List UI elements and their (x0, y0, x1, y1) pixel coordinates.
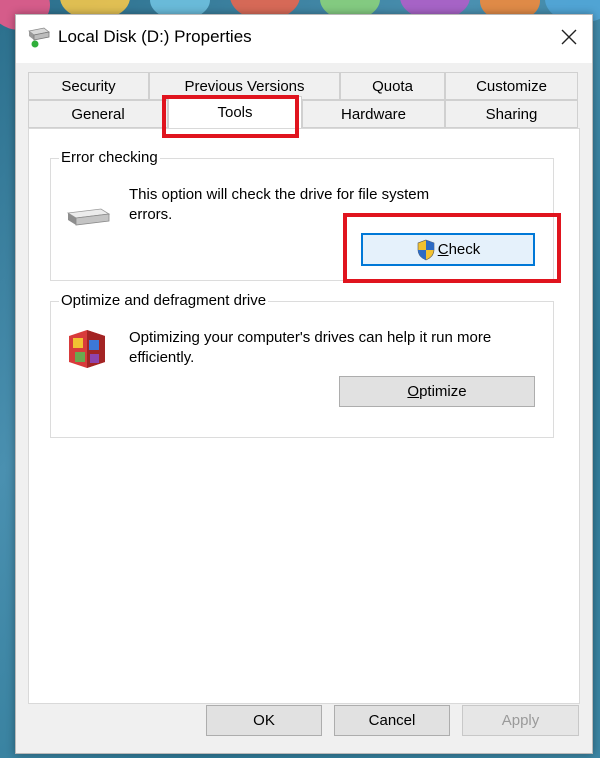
close-button[interactable] (546, 15, 592, 59)
optimize-label: Optimize and defragment drive (59, 292, 269, 309)
hard-drive-icon (65, 203, 111, 236)
tab-general[interactable]: General (28, 100, 168, 128)
check-label: heck (448, 241, 481, 258)
tab-quota[interactable]: Quota (340, 72, 445, 100)
tab-hardware[interactable]: Hardware (302, 100, 445, 128)
tab-tools[interactable]: Tools (168, 96, 302, 128)
title-bar[interactable]: Local Disk (D:) Properties (16, 15, 592, 63)
error-checking-label: Error checking (59, 149, 160, 166)
tools-panel: Error checking This option will check th… (28, 128, 580, 704)
optimize-description: Optimizing your computer's drives can he… (129, 329, 492, 366)
error-checking-description: This option will check the drive for fil… (129, 186, 430, 223)
window-title: Local Disk (D:) Properties (58, 27, 252, 46)
properties-dialog: Local Disk (D:) Properties Security Prev… (15, 14, 593, 754)
optimize-button[interactable]: Optimize (339, 376, 535, 407)
uac-shield-icon (417, 239, 435, 260)
optimize-mnemonic: O (407, 383, 420, 400)
close-icon (561, 29, 577, 45)
error-checking-group: Error checking This option will check th… (50, 149, 554, 281)
defragment-icon (65, 324, 109, 377)
optimize-button-label: ptimize (419, 383, 467, 400)
drive-icon (26, 25, 52, 49)
tab-strip: Security Previous Versions Quota Customi… (28, 72, 578, 128)
check-mnemonic: C (437, 241, 449, 258)
cancel-button[interactable]: Cancel (334, 705, 450, 736)
tab-sharing[interactable]: Sharing (445, 100, 578, 128)
tab-customize[interactable]: Customize (445, 72, 578, 100)
apply-button: Apply (462, 705, 579, 736)
tab-security[interactable]: Security (28, 72, 149, 100)
ok-button[interactable]: OK (206, 705, 322, 736)
check-button[interactable]: Check (361, 233, 535, 266)
optimize-group: Optimize and defragment drive Optimizing… (50, 292, 554, 438)
